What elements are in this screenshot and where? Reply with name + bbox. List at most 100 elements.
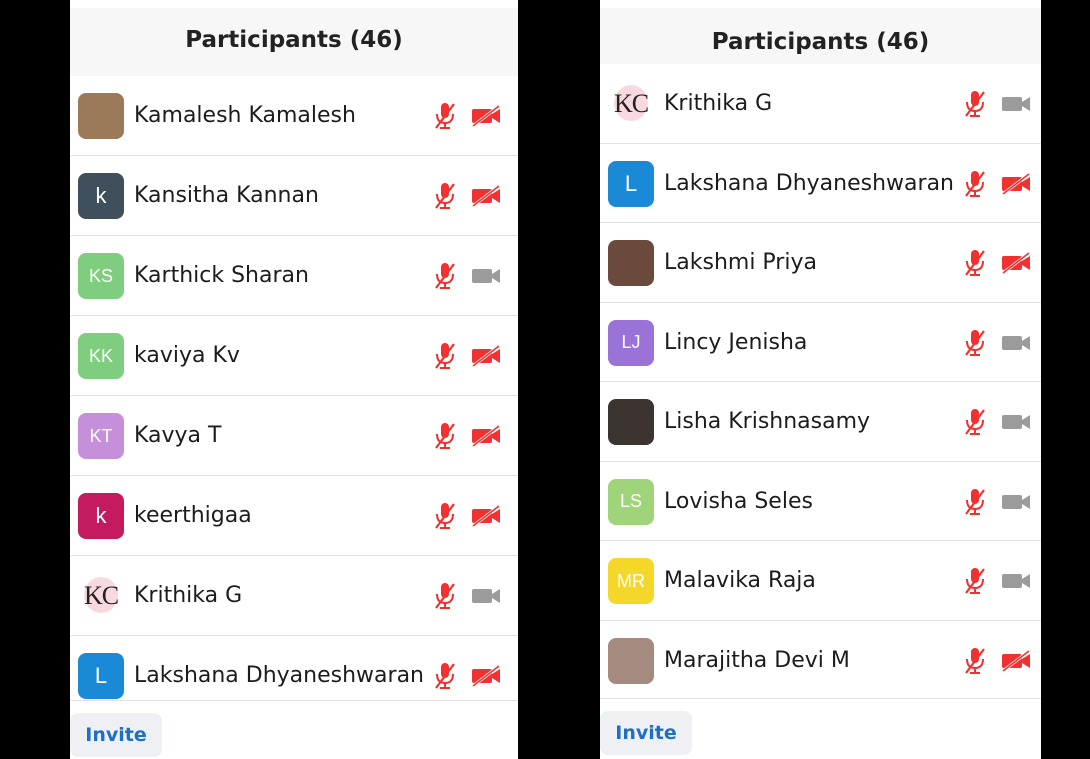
participant-name: kaviya Kv [134,343,240,368]
participants-panel-left: Participants (46) Kamalesh Kamalesh k Kans… [70,8,518,759]
participants-panel-right: Participants (46) KC Krithika G L Lakshana … [600,8,1041,759]
avatar: MR [608,558,654,604]
avatar: k [78,493,124,539]
avatar: KC [608,81,654,127]
mic-muted-icon[interactable] [432,101,458,131]
panel-footer: Invite [70,700,518,759]
video-off-icon[interactable] [470,664,502,688]
participant-row[interactable]: KK kaviya Kv [70,316,518,396]
avatar-initials: L [94,663,108,688]
participant-row[interactable]: KC Krithika G [70,556,518,636]
avatar: LJ [608,319,654,366]
video-off-icon[interactable] [1000,251,1032,275]
invite-button[interactable]: Invite [600,711,692,755]
mic-muted-icon[interactable] [432,661,458,691]
avatar: KC [78,573,124,619]
video-off-icon[interactable] [470,104,502,128]
participant-row[interactable]: k Kansitha Kannan [70,156,518,236]
participant-row[interactable]: KT Kavya T [70,396,518,476]
video-on-icon[interactable] [470,265,502,287]
mic-muted-icon[interactable] [962,566,988,596]
avatar [608,240,654,286]
avatar: KT [78,413,124,459]
participant-name: Malavika Raja [664,568,816,593]
video-on-icon[interactable] [1000,93,1032,115]
video-off-icon[interactable] [470,504,502,528]
avatar: L [78,653,124,699]
mic-muted-icon[interactable] [432,581,458,611]
participant-name: Kavya T [134,423,222,448]
participant-name: Lovisha Seles [664,488,813,514]
avatar-initials: k [95,503,107,528]
participant-name: Kamalesh Kamalesh [134,103,356,128]
avatar-initials: k [95,183,107,208]
black-bar-left [0,0,70,759]
participant-name: Lincy Jenisha [664,329,808,355]
video-on-icon[interactable] [1000,332,1032,354]
participant-row[interactable]: LS Lovisha Seles [600,461,1041,541]
video-on-icon[interactable] [1000,411,1032,433]
black-bar-right [1041,0,1090,759]
participant-name: keerthigaa [134,503,252,528]
avatar: LS [608,478,654,525]
video-off-icon[interactable] [470,344,502,368]
participant-name: Kansitha Kannan [134,183,319,208]
avatar-initials: KC [613,89,649,118]
participant-row[interactable]: Lisha Krishnasamy [600,382,1041,462]
avatar [608,637,654,684]
video-off-icon[interactable] [1000,649,1032,672]
panel-footer: Invite [600,698,1041,759]
avatar-initials: L [624,170,638,196]
participant-row[interactable]: k keerthigaa [70,476,518,556]
avatar [78,93,124,139]
black-bar-center [518,0,600,759]
participant-name: Marajitha Devi M [664,647,850,673]
mic-muted-icon[interactable] [432,421,458,451]
avatar: KS [78,253,124,299]
mic-muted-icon[interactable] [962,328,988,358]
participant-row[interactable]: LJ Lincy Jenisha [600,302,1041,382]
avatar-initials: LS [619,491,643,511]
video-off-icon[interactable] [1000,172,1032,195]
participant-row[interactable]: KC Krithika G [600,64,1041,144]
video-off-icon[interactable] [470,184,502,208]
video-on-icon[interactable] [1000,570,1032,592]
avatar: k [78,173,124,219]
invite-button[interactable]: Invite [70,713,162,757]
avatar-initials: KT [89,425,113,446]
mic-muted-icon[interactable] [962,248,988,278]
avatar-initials: MR [617,570,645,591]
video-off-icon[interactable] [470,424,502,448]
participant-name: Lakshmi Priya [664,250,817,275]
video-on-icon[interactable] [470,585,502,607]
mic-muted-icon[interactable] [962,89,988,119]
video-on-icon[interactable] [1000,491,1032,513]
avatar-initials: KK [88,345,113,366]
mic-muted-icon[interactable] [432,501,458,531]
participant-name: Karthick Sharan [134,263,309,288]
participant-row[interactable]: MR Malavika Raja [600,541,1041,621]
avatar: KK [78,333,124,379]
mic-muted-icon[interactable] [432,181,458,211]
avatar-initials: LJ [621,332,641,352]
participant-name: Krithika G [134,583,243,608]
avatar-initials: KC [83,581,119,610]
mic-muted-icon[interactable] [432,261,458,291]
participant-row[interactable]: Lakshmi Priya [600,223,1041,303]
avatar [608,399,654,445]
participant-row[interactable]: Kamalesh Kamalesh [70,76,518,156]
participant-row[interactable]: KS Karthick Sharan [70,236,518,316]
avatar: L [608,160,654,207]
participant-name: Lakshana Dhyaneshwaran [664,170,954,196]
panel-title: Participants (46) [70,8,518,77]
mic-muted-icon[interactable] [962,646,988,676]
mic-muted-icon[interactable] [962,487,988,517]
mic-muted-icon[interactable] [962,169,988,199]
participant-row[interactable]: Marajitha Devi M [600,620,1041,700]
participant-name: Krithika G [664,91,773,116]
participant-row[interactable]: L Lakshana Dhyaneshwaran [600,143,1041,223]
mic-muted-icon[interactable] [432,341,458,371]
mic-muted-icon[interactable] [962,407,988,437]
avatar-initials: KS [88,265,113,286]
participant-name: Lisha Krishnasamy [664,409,871,434]
